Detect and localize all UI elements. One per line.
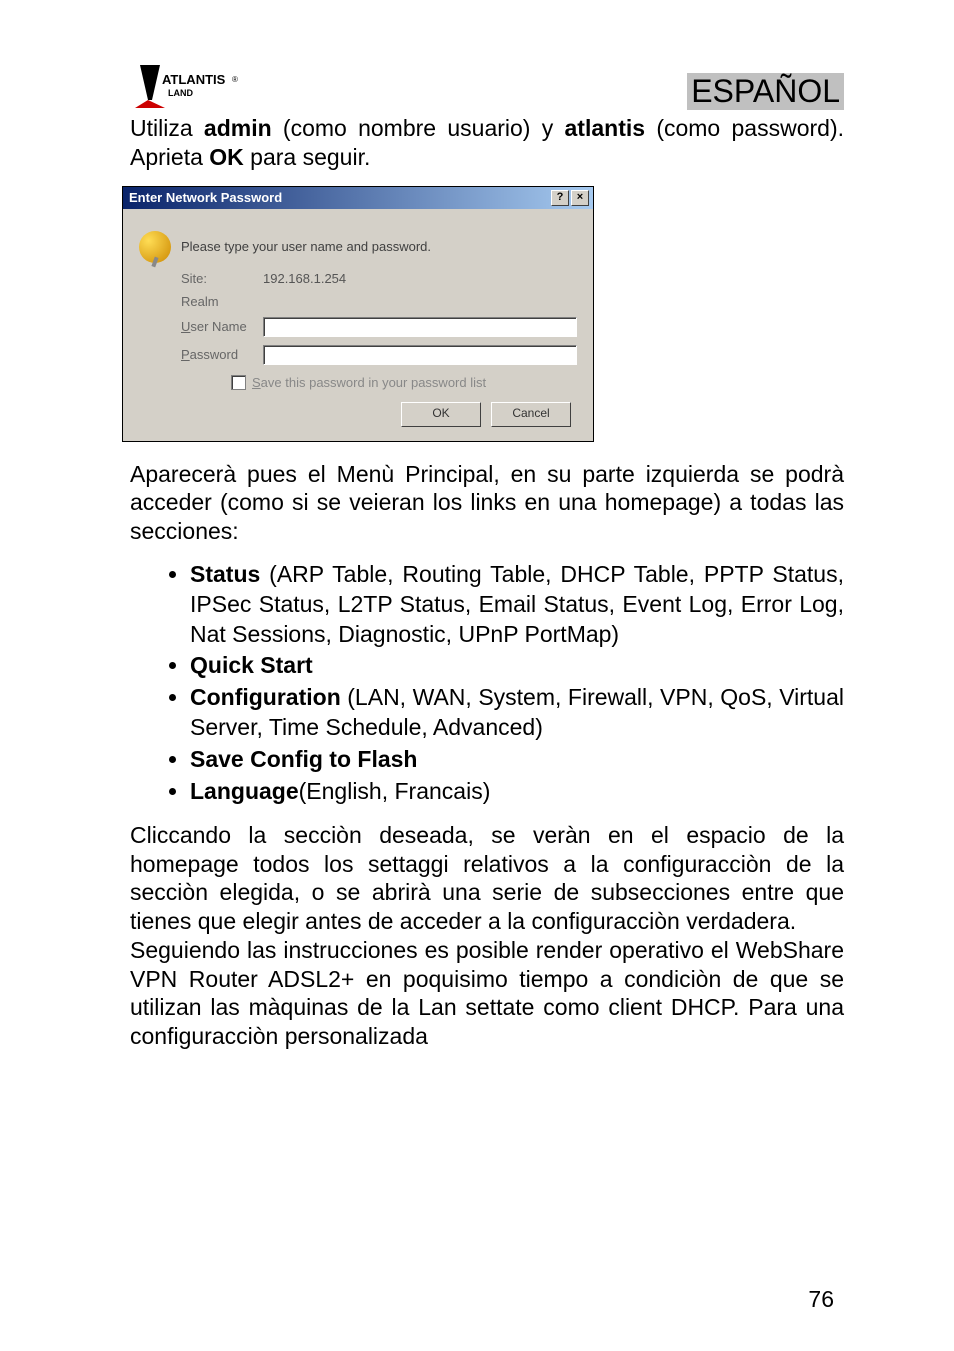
page-number: 76 (808, 1286, 834, 1313)
key-icon (139, 231, 171, 263)
menu-list: Status (ARP Table, Routing Table, DHCP T… (190, 560, 844, 807)
list-item: Status (ARP Table, Routing Table, DHCP T… (190, 560, 844, 650)
close-button[interactable]: × (571, 190, 589, 206)
dialog-titlebar: Enter Network Password ? × (123, 187, 593, 209)
menu-item-rest: (English, Francais) (299, 778, 491, 804)
closing-paragraph: Cliccando la secciòn deseada, se veràn e… (130, 821, 844, 1051)
username-input[interactable] (263, 317, 577, 337)
menu-item-bold: Quick Start (190, 652, 313, 678)
ok-button[interactable]: OK (401, 402, 481, 427)
menu-item-bold: Save Config to Flash (190, 746, 417, 772)
dialog-prompt: Please type your user name and password. (181, 239, 431, 254)
menu-item-bold: Language (190, 778, 299, 804)
save-password-label: Save this password in your password list (252, 375, 486, 390)
intro-paragraph: Utiliza admin (como nombre usuario) y at… (130, 114, 844, 172)
password-label: Password (181, 347, 263, 362)
site-label: Site: (181, 271, 263, 286)
password-dialog: Enter Network Password ? × Please type y… (122, 186, 594, 442)
brand-logo: ATLANTIS ® LAND (130, 60, 250, 110)
intro-user: admin (204, 115, 272, 141)
logo-text-top: ATLANTIS (162, 72, 226, 87)
intro-mid1: (como nombre usuario) y (272, 115, 565, 141)
realm-label: Realm (181, 294, 263, 309)
menu-item-bold: Status (190, 561, 260, 587)
list-item: Save Config to Flash (190, 745, 844, 775)
save-password-checkbox[interactable] (231, 375, 246, 390)
list-item: Language(English, Francais) (190, 777, 844, 807)
logo-text-bottom: LAND (168, 88, 193, 98)
svg-text:®: ® (232, 75, 238, 84)
dialog-title: Enter Network Password (129, 190, 282, 205)
list-item: Configuration (LAN, WAN, System, Firewal… (190, 683, 844, 743)
intro-pass: atlantis (565, 115, 646, 141)
menu-item-bold: Configuration (190, 684, 341, 710)
username-label: User Name (181, 319, 263, 334)
help-button[interactable]: ? (551, 190, 569, 206)
password-input[interactable] (263, 345, 577, 365)
after-dialog-paragraph: Aparecerà pues el Menù Principal, en su … (130, 460, 844, 546)
intro-ok: OK (209, 144, 244, 170)
list-item: Quick Start (190, 651, 844, 681)
site-value: 192.168.1.254 (263, 271, 346, 286)
intro-suffix: para seguir. (244, 144, 371, 170)
cancel-button[interactable]: Cancel (491, 402, 571, 427)
language-tag: ESPAÑOL (687, 73, 844, 110)
intro-prefix: Utiliza (130, 115, 204, 141)
menu-item-rest: (ARP Table, Routing Table, DHCP Table, P… (190, 561, 844, 647)
